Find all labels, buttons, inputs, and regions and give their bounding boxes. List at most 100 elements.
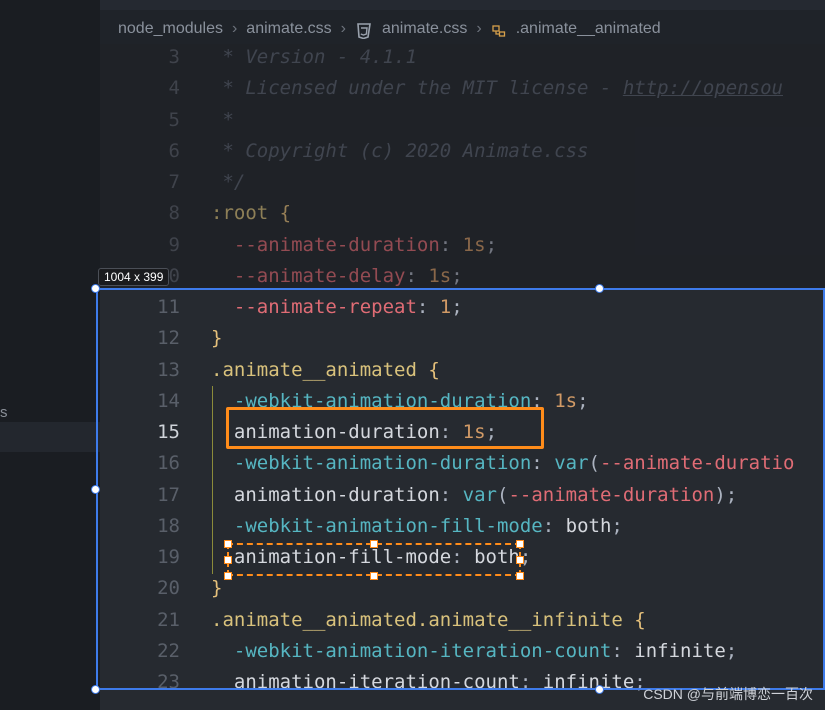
code-line[interactable]: 13 .animate__animated { <box>100 355 825 386</box>
breadcrumb-item-symbol[interactable]: .animate__animated <box>516 20 661 38</box>
code-line[interactable]: 16 -webkit-animation-duration: var(--ani… <box>100 448 825 479</box>
code-line[interactable]: 18 -webkit-animation-fill-mode: both; <box>100 511 825 542</box>
line-code: -webkit-animation-iteration-count: infin… <box>211 636 737 667</box>
code-line[interactable]: 9 --animate-duration: 1s; <box>100 230 825 261</box>
line-code: * Copyright (c) 2020 Animate.css <box>211 136 589 167</box>
code-line[interactable]: 7 */ <box>100 167 825 198</box>
line-number: 18 <box>157 514 180 537</box>
line-number: 15 <box>157 421 180 443</box>
watermark: CSDN @与前端博恋一百次 <box>643 686 813 702</box>
line-code: -webkit-animation-duration: var(--animat… <box>211 448 795 479</box>
breadcrumb-item-node-modules[interactable]: node_modules <box>118 20 223 38</box>
code-line[interactable]: 8 :root { <box>100 198 825 229</box>
code-token: --animate-duratio <box>599 452 795 475</box>
code-token: :root <box>211 202 280 225</box>
code-line[interactable]: 20} <box>100 573 825 604</box>
code-line[interactable]: 3 * Version - 4.1.1 <box>100 42 825 73</box>
code-token: -webkit-animation-iteration-count <box>211 639 612 662</box>
dashed-box-handle[interactable] <box>370 540 378 548</box>
code-token: var <box>554 452 589 475</box>
code-token: : <box>405 264 429 287</box>
code-token: : <box>416 296 440 318</box>
chevron-right-icon: › <box>231 20 238 37</box>
line-number: 19 <box>157 546 180 568</box>
code-token: .animate__animated.animate__infinite <box>211 608 635 631</box>
code-token: ( <box>588 452 600 475</box>
code-token: { <box>634 608 646 631</box>
indent-guide <box>212 386 213 574</box>
breadcrumb-item-folder[interactable]: animate.css <box>246 20 331 38</box>
code-token: * Version - 4.1.1 <box>211 46 417 68</box>
code-line[interactable]: 11 --animate-repeat: 1; <box>100 292 825 323</box>
code-token: var <box>462 483 497 506</box>
line-code: -webkit-animation-fill-mode: both; <box>211 511 623 542</box>
code-token: 1s <box>554 389 578 412</box>
line-number: 9 <box>168 233 180 256</box>
code-token: : <box>531 452 555 475</box>
selection-handle-bottom-mid[interactable] <box>595 685 604 694</box>
code-line[interactable]: 21 .animate__animated.animate__infinite { <box>100 605 825 636</box>
line-number: 5 <box>168 108 180 131</box>
code-token: infinite <box>634 639 726 662</box>
line-number: 4 <box>168 77 180 100</box>
line-code: * <box>211 105 233 136</box>
code-token: --animate-duration <box>508 483 715 506</box>
breadcrumb: node_modules › animate.css › animate.css… <box>118 14 825 44</box>
code-token: ; <box>451 296 463 318</box>
dashed-box-handle[interactable] <box>516 572 524 580</box>
code-token: */ <box>211 171 246 193</box>
code-line[interactable]: 22 -webkit-animation-iteration-count: in… <box>100 636 825 667</box>
line-code: */ <box>211 167 245 198</box>
code-line[interactable]: 6 * Copyright (c) 2020 Animate.css <box>100 136 825 167</box>
line-number: 16 <box>157 452 180 475</box>
selection-handle-top-mid[interactable] <box>595 284 604 293</box>
code-token: } <box>211 327 223 350</box>
code-token: ); <box>714 483 738 506</box>
code-token: animation-iteration-count <box>211 671 520 693</box>
code-token: 1 <box>439 296 452 318</box>
window-top-strip <box>0 0 825 10</box>
code-line[interactable]: 5 * <box>100 105 825 136</box>
dashed-box-handle[interactable] <box>370 572 378 580</box>
selection-handle-bottom-left[interactable] <box>91 685 100 694</box>
code-token: : <box>439 233 463 256</box>
chevron-right-icon: › <box>476 20 482 37</box>
code-token: http://opensou <box>622 77 783 100</box>
dashed-box-handle[interactable] <box>224 540 232 548</box>
line-code: * Licensed under the MIT license - http:… <box>211 73 783 104</box>
code-token: { <box>428 358 440 381</box>
code-line[interactable]: 4 * Licensed under the MIT license - htt… <box>100 73 825 104</box>
dashed-box-handle[interactable] <box>224 572 232 580</box>
code-token: infinite <box>542 671 635 693</box>
file-explorer-sidebar: s <box>0 0 100 710</box>
code-line[interactable]: 10 --animate-delay: 1s; <box>100 261 825 292</box>
code-token: --animate-delay <box>211 264 406 287</box>
code-token: -webkit-animation-fill-mode <box>211 514 543 537</box>
code-token: * Copyright (c) 2020 Animate.css <box>211 139 589 162</box>
dashed-box-handle[interactable] <box>516 556 524 564</box>
line-code: } <box>211 323 222 354</box>
css-file-icon <box>357 22 371 39</box>
code-token: ; <box>485 233 498 256</box>
breadcrumb-item-file[interactable]: animate.css <box>382 20 467 38</box>
code-token: 1s <box>462 233 486 256</box>
sidebar-selected-row[interactable] <box>0 422 100 452</box>
line-number: 8 <box>168 202 180 225</box>
code-token: : <box>439 483 463 506</box>
line-code: animation-duration: var(--animate-durati… <box>211 480 737 511</box>
line-code: animation-iteration-count: infinite; <box>211 667 646 698</box>
code-line[interactable]: 17 animation-duration: var(--animate-dur… <box>100 480 825 511</box>
sidebar-text-fragment: s <box>0 404 8 421</box>
dashed-box-handle[interactable] <box>516 540 524 548</box>
selection-size-badge: 1004 x 399 <box>98 268 170 286</box>
code-line[interactable]: 12} <box>100 323 825 354</box>
selection-handle-mid-left[interactable] <box>91 485 100 494</box>
line-number: 13 <box>157 358 180 381</box>
code-token: --animate-duration <box>211 233 440 256</box>
line-number: 12 <box>157 327 180 350</box>
line-code: .animate__animated { <box>211 355 440 386</box>
dashed-box-handle[interactable] <box>224 556 232 564</box>
code-token: ; <box>611 514 623 537</box>
line-code: --animate-delay: 1s; <box>211 261 463 292</box>
line-code: :root { <box>211 198 291 229</box>
